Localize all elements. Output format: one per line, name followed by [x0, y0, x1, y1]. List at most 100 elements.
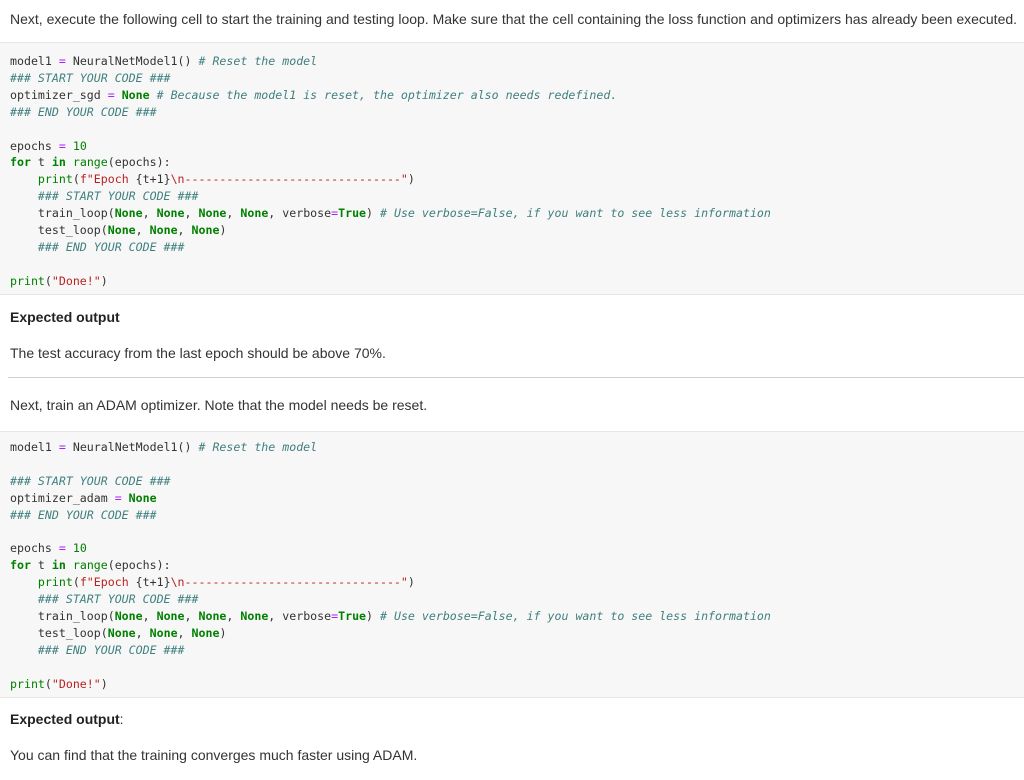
code-token: "Done!" [51, 676, 101, 691]
code-line[interactable]: ### END YOUR CODE ### [10, 507, 771, 524]
code-token: ( [44, 676, 52, 691]
code-token: {t+1} [135, 575, 171, 590]
code-content[interactable]: model1 = NeuralNetModel1() # Reset the m… [10, 53, 771, 290]
code-line[interactable]: ### START YOUR CODE ### [10, 188, 771, 205]
code-line[interactable] [10, 659, 771, 676]
code-line[interactable] [10, 121, 771, 138]
code-line[interactable]: print(f"Epoch {t+1}\n-------------------… [10, 171, 771, 188]
code-token: None [149, 625, 178, 640]
code-line[interactable]: ### END YOUR CODE ### [10, 104, 771, 121]
code-line[interactable]: for t in range(epochs): [10, 557, 771, 574]
code-token: ### END YOUR CODE ### [10, 104, 157, 119]
code-line[interactable]: ### START YOUR CODE ### [10, 473, 771, 490]
code-token: ) [366, 206, 380, 221]
expected-output-colon: : [119, 711, 124, 727]
code-token: = [107, 87, 115, 102]
code-token: in [51, 558, 66, 573]
code-token: ### START YOUR CODE ### [37, 189, 199, 204]
code-token: in [51, 155, 66, 170]
code-token: 10 [72, 541, 87, 556]
code-token: # Reset the model [198, 440, 318, 454]
code-token: = [114, 490, 122, 505]
code-line[interactable]: test_loop(None, None, None) [10, 625, 771, 642]
expected-output-heading: Expected output: [10, 711, 124, 727]
code-token: , [177, 223, 192, 238]
code-cell-sgd[interactable]: model1 = NeuralNetModel1() # Reset the m… [0, 42, 1024, 295]
code-token: range [72, 558, 108, 573]
code-token: , [226, 206, 241, 221]
code-line[interactable]: train_loop(None, None, None, None, verbo… [10, 608, 771, 625]
code-token: , [142, 609, 157, 624]
code-token: ) [219, 625, 227, 640]
code-line[interactable] [10, 456, 771, 473]
code-token: 10 [72, 138, 87, 153]
code-line[interactable]: epochs = 10 [10, 540, 771, 557]
code-token: ) [366, 609, 380, 624]
code-token: test_loop( [10, 223, 108, 238]
code-line[interactable]: print("Done!") [10, 676, 771, 693]
code-token: # Use verbose=False, if you want to see … [380, 609, 771, 624]
code-token: {t+1} [135, 172, 171, 187]
code-token: None [114, 609, 143, 624]
code-line[interactable]: train_loop(None, None, None, None, verbo… [10, 205, 771, 222]
code-token: epochs [10, 138, 59, 153]
code-token: # Use verbose=False, if you want to see … [380, 206, 771, 221]
code-token: None [128, 490, 157, 505]
code-token: model1 [10, 54, 59, 68]
code-token: "Done!" [51, 273, 101, 288]
code-line[interactable] [10, 256, 771, 273]
code-token: ### END YOUR CODE ### [10, 507, 157, 522]
code-line[interactable]: test_loop(None, None, None) [10, 222, 771, 239]
code-token: ### START YOUR CODE ### [37, 592, 199, 607]
code-token: None [198, 609, 227, 624]
code-token: None [240, 609, 269, 624]
expected-output-heading: Expected output [10, 309, 120, 325]
code-token: ### END YOUR CODE ### [37, 642, 185, 657]
code-token: None [114, 206, 143, 221]
code-content[interactable]: model1 = NeuralNetModel1() # Reset the m… [10, 439, 771, 693]
code-line[interactable]: epochs = 10 [10, 138, 771, 155]
code-token: ( [44, 273, 52, 288]
code-token: None [156, 609, 185, 624]
expected-output-text: The test accuracy from the last epoch sh… [10, 345, 386, 361]
code-line[interactable]: model1 = NeuralNetModel1() # Reset the m… [10, 439, 771, 456]
code-token: print [10, 676, 45, 691]
code-line[interactable]: ### START YOUR CODE ### [10, 70, 771, 87]
code-token: True [338, 609, 367, 624]
code-token: # Because the model1 is reset, the optim… [156, 87, 618, 102]
code-token: ) [100, 273, 108, 288]
code-token: train_loop( [10, 609, 115, 624]
code-token: t [30, 155, 52, 170]
code-cell-adam[interactable]: model1 = NeuralNetModel1() # Reset the m… [0, 431, 1024, 698]
code-token: (epochs): [107, 155, 171, 170]
code-token: train_loop( [10, 206, 115, 221]
code-line[interactable]: optimizer_sgd = None # Because the model… [10, 87, 771, 104]
code-token: , [135, 625, 150, 640]
code-line[interactable]: print(f"Epoch {t+1}\n-------------------… [10, 574, 771, 591]
code-token: ### END YOUR CODE ### [37, 239, 185, 254]
code-line[interactable]: print("Done!") [10, 273, 771, 290]
code-line[interactable]: for t in range(epochs): [10, 154, 771, 171]
code-token: , [135, 223, 150, 238]
code-line[interactable]: ### END YOUR CODE ### [10, 239, 771, 256]
code-line[interactable]: ### START YOUR CODE ### [10, 591, 771, 608]
code-token: optimizer_sgd [10, 87, 108, 102]
code-line[interactable] [10, 524, 771, 541]
code-line[interactable]: ### END YOUR CODE ### [10, 642, 771, 659]
code-token: ) [219, 223, 227, 238]
code-line[interactable]: model1 = NeuralNetModel1() # Reset the m… [10, 53, 771, 70]
code-token: = [58, 541, 66, 556]
code-token: None [149, 223, 178, 238]
code-token: print [37, 575, 73, 590]
code-line[interactable]: optimizer_adam = None [10, 490, 771, 507]
code-token: t [30, 558, 52, 573]
intro-paragraph: Next, execute the following cell to star… [10, 11, 1018, 27]
code-token: None [240, 206, 269, 221]
